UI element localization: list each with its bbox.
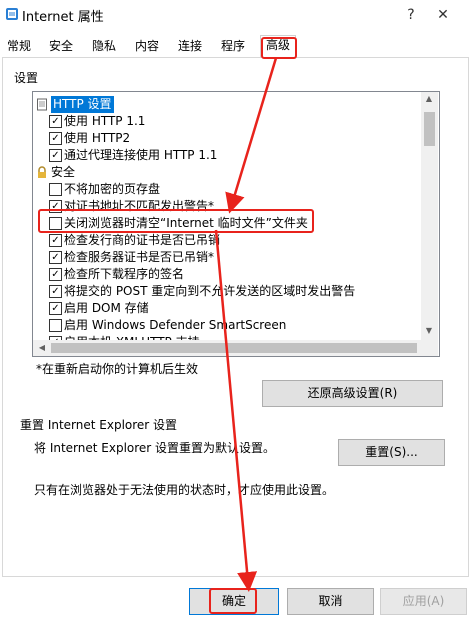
tab-connections[interactable]: 连接 <box>174 37 206 56</box>
scroll-up-icon[interactable]: ▲ <box>422 94 436 103</box>
page-icon <box>36 98 48 116</box>
settings-option-label[interactable]: 检查所下载程序的签名 <box>64 266 184 283</box>
checkbox-checked[interactable]: ✓ <box>49 115 62 128</box>
settings-group-label: 安全 <box>51 165 76 179</box>
settings-option-label[interactable]: 使用 HTTP 1.1 <box>64 113 145 130</box>
cancel-button[interactable]: 取消 <box>287 588 374 615</box>
checkbox-unchecked[interactable] <box>49 319 62 332</box>
scroll-down-icon[interactable]: ▼ <box>422 326 436 335</box>
scroll-left-icon[interactable]: ◀ <box>35 343 49 352</box>
settings-option-label[interactable]: 启用 Windows Defender SmartScreen <box>64 317 286 334</box>
checkbox-checked[interactable]: ✓ <box>49 132 62 145</box>
restore-advanced-settings-button[interactable]: 还原高级设置(R) <box>262 380 443 407</box>
annotation-box-clear-temp-files <box>38 209 314 233</box>
tab-programs[interactable]: 程序 <box>217 37 249 56</box>
settings-label: 设置 <box>14 71 39 85</box>
horizontal-scroll-thumb[interactable] <box>51 343 417 353</box>
checkbox-checked[interactable]: ✓ <box>49 234 62 247</box>
tab-general[interactable]: 常规 <box>3 37 35 56</box>
annotation-box-advanced-tab <box>261 37 297 59</box>
apply-button[interactable]: 应用(A) <box>380 588 467 615</box>
checkbox-checked[interactable]: ✓ <box>49 149 62 162</box>
internet-options-icon <box>6 8 18 20</box>
checkbox-checked[interactable]: ✓ <box>49 285 62 298</box>
vertical-scroll-thumb[interactable] <box>424 112 435 146</box>
settings-option-label[interactable]: 检查发行商的证书是否已吊销 <box>64 232 220 249</box>
restart-note: *在重新启动你的计算机后生效 <box>36 362 199 376</box>
window-title: Internet 属性 <box>22 10 104 25</box>
settings-option-label[interactable]: 将提交的 POST 重定向到不允许发送的区域时发出警告 <box>64 283 355 300</box>
checkbox-checked[interactable]: ✓ <box>49 251 62 264</box>
reset-warning: 只有在浏览器处于无法使用的状态时，才应使用此设置。 <box>34 483 335 497</box>
annotation-box-ok-button <box>209 588 257 614</box>
checkbox-checked[interactable]: ✓ <box>49 302 62 315</box>
settings-group-label: HTTP 设置 <box>51 96 114 113</box>
tab-content[interactable]: 内容 <box>131 37 163 56</box>
settings-option-label[interactable]: 通过代理连接使用 HTTP 1.1 <box>64 147 217 164</box>
settings-option-label[interactable]: 检查服务器证书是否已吊销* <box>64 249 214 266</box>
reset-heading: 重置 Internet Explorer 设置 <box>20 418 178 432</box>
settings-option-label[interactable]: 不将加密的页存盘 <box>64 181 160 198</box>
checkbox-unchecked[interactable] <box>49 183 62 196</box>
tab-privacy[interactable]: 隐私 <box>88 37 120 56</box>
settings-option-label[interactable]: 使用 HTTP2 <box>64 130 130 147</box>
help-button[interactable]: ? <box>400 4 422 26</box>
checkbox-checked[interactable]: ✓ <box>49 268 62 281</box>
tab-security[interactable]: 安全 <box>45 37 77 56</box>
close-button[interactable]: ✕ <box>432 4 454 26</box>
lock-icon <box>36 166 48 184</box>
reset-button[interactable]: 重置(S)... <box>338 439 445 466</box>
reset-description: 将 Internet Explorer 设置重置为默认设置。 <box>34 441 276 455</box>
settings-option-label[interactable]: 启用 DOM 存储 <box>64 300 149 317</box>
title-bar: Internet 属性 ? ✕ <box>0 0 474 32</box>
